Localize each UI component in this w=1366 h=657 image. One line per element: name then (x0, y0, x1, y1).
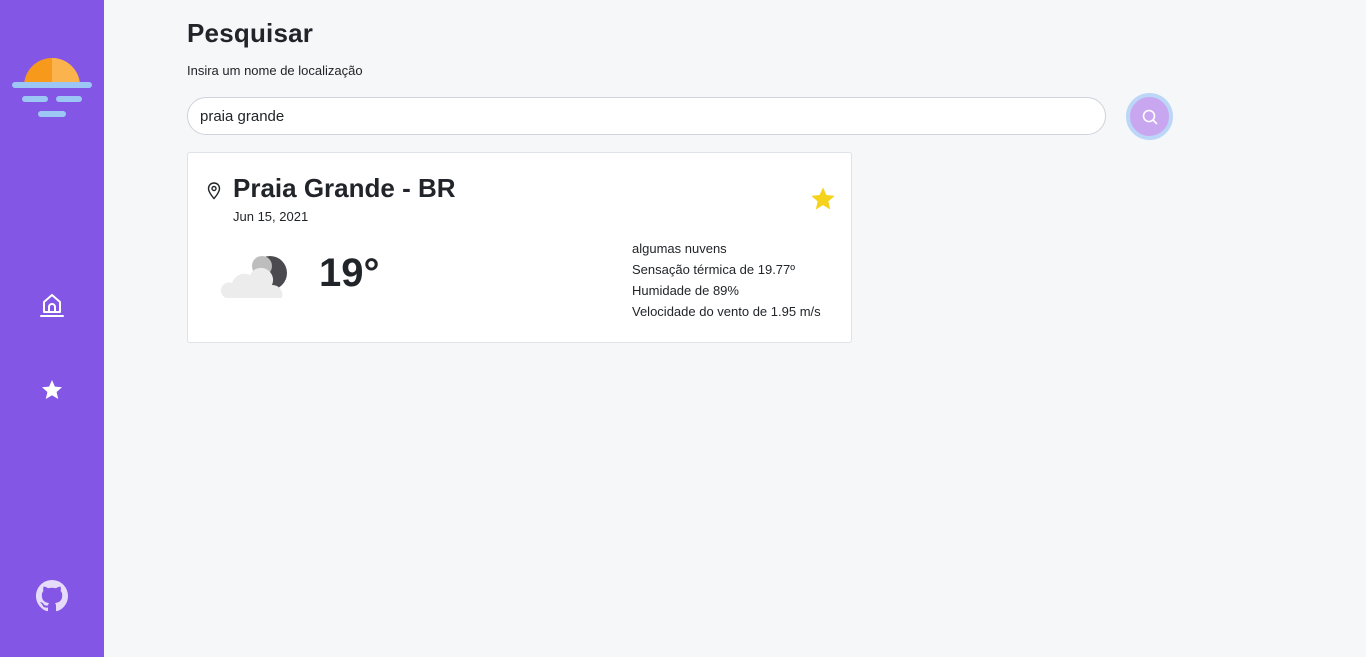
weather-details: algumas nuvens Sensação térmica de 19.77… (632, 238, 821, 322)
sunset-logo-icon (12, 58, 92, 117)
cloud-moon-icon (220, 256, 287, 298)
search-button[interactable] (1126, 93, 1173, 140)
map-pin-icon (207, 182, 221, 200)
weather-result-card: Praia Grande - BR Jun 15, 2021 19° algum… (187, 152, 852, 343)
home-icon[interactable] (38, 290, 66, 320)
weather-description: algumas nuvens (632, 241, 727, 256)
search-icon (1142, 109, 1157, 124)
star-filled-icon[interactable] (809, 185, 837, 213)
feels-like: Sensação térmica de 19.77º (632, 262, 796, 277)
github-icon[interactable] (36, 580, 68, 612)
search-input[interactable] (187, 97, 1106, 135)
wind-speed: Velocidade do vento de 1.95 m/s (632, 304, 821, 319)
city-name: Praia Grande - BR (233, 173, 456, 203)
page-subtitle: Insira um nome de localização (187, 63, 363, 78)
main-content: Pesquisar Insira um nome de localização … (187, 0, 1366, 657)
temperature: 19° (319, 251, 380, 295)
page-title: Pesquisar (187, 18, 314, 48)
sidebar (0, 0, 104, 657)
star-icon[interactable] (40, 378, 64, 402)
humidity: Humidade de 89% (632, 283, 739, 298)
forecast-date: Jun 15, 2021 (233, 209, 309, 224)
